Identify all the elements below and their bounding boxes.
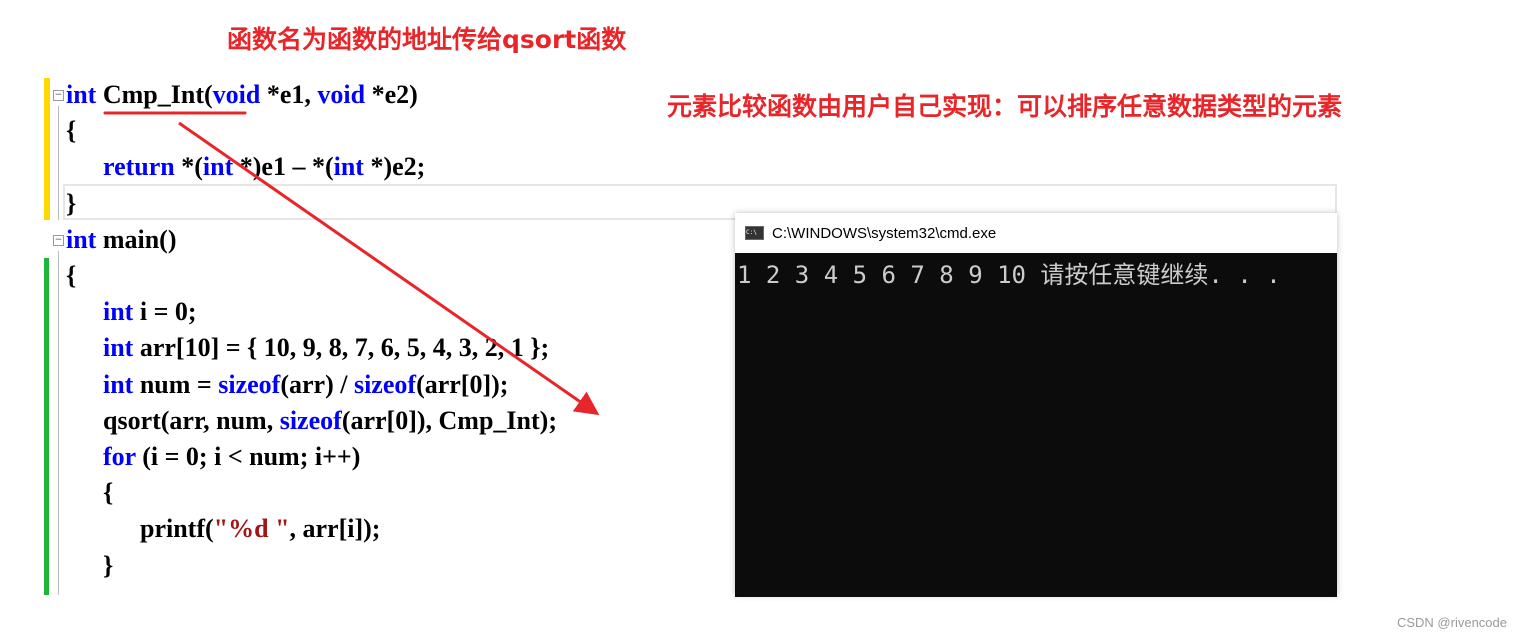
annotation-arrow — [103, 111, 600, 416]
watermark: CSDN @rivencode — [1396, 615, 1507, 630]
arrow-line — [178, 121, 600, 416]
